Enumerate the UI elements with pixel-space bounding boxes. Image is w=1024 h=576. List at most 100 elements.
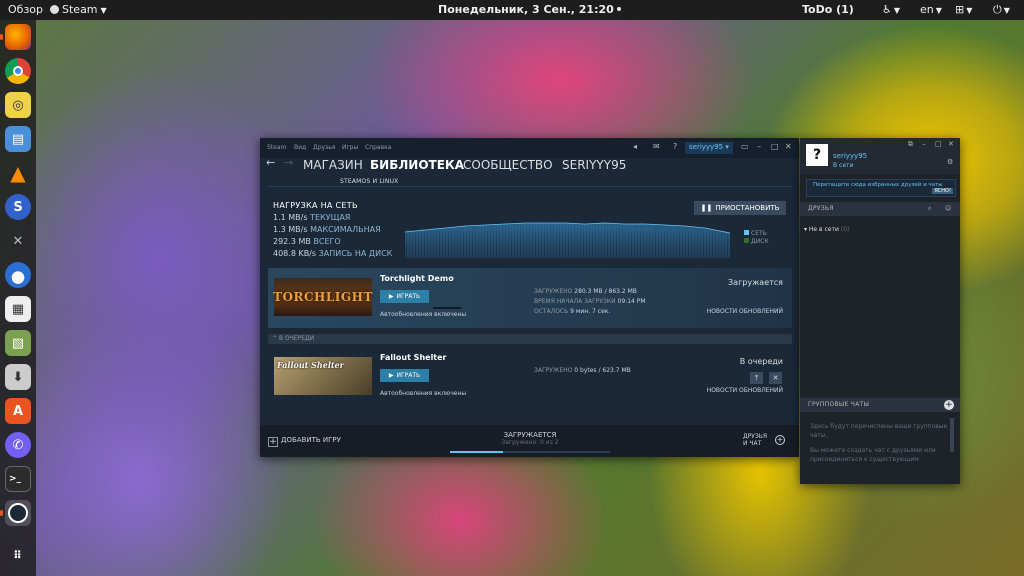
group-chats-scrollbar[interactable]	[950, 418, 954, 452]
downloaded-label: ЗАГРУЖЕНО	[534, 367, 573, 374]
group-chats-header[interactable]: ГРУППОВЫЕ ЧАТЫ +	[800, 398, 960, 412]
nav-profile[interactable]: SERIYYY95	[562, 158, 626, 172]
minimize-icon[interactable]: –	[922, 140, 926, 148]
overall-progress-fill	[450, 451, 503, 453]
download-row-fallout-shelter[interactable]: Fallout Shelter Fallout Shelter ▶ ИГРАТЬ …	[268, 347, 792, 407]
friends-section-label: ДРУЗЬЯ	[808, 205, 834, 212]
favorites-hint: Перетащите сюда избранных друзей и чаты	[813, 182, 943, 188]
nav-community[interactable]: СООБЩЕСТВО	[463, 158, 553, 172]
got-it-button[interactable]: ЯСНО!	[932, 188, 953, 194]
power-icon[interactable]: ⏻ ▼	[993, 3, 1010, 17]
steam-icon	[50, 5, 59, 14]
steam-bottom-bar: + ДОБАВИТЬ ИГРУ ЗАГРУЖАЕТСЯ Загружено: 0 …	[260, 425, 799, 457]
play-button[interactable]: ▶ ИГРАТЬ	[380, 290, 429, 303]
download-state: В очереди	[739, 357, 783, 366]
update-news-link[interactable]: НОВОСТИ ОБНОВЛЕНИЙ	[707, 387, 783, 394]
nav-store[interactable]: МАГАЗИН	[303, 158, 363, 172]
avatar[interactable]: ?	[806, 144, 828, 166]
add-group-chat-icon[interactable]: +	[944, 400, 954, 410]
language-label: en	[920, 3, 934, 16]
popout-icon[interactable]: ⧉	[908, 140, 913, 149]
friends-chat-button[interactable]: ДРУЗЬЯ И ЧАТ +	[743, 433, 785, 447]
maximize-icon[interactable]: □	[935, 140, 942, 148]
files-icon[interactable]: ▤	[5, 126, 31, 152]
friends-section-header[interactable]: ДРУЗЬЯ ⌕ ☺	[800, 202, 960, 216]
accessibility-icon[interactable]: ♿ ▼	[882, 3, 900, 16]
simplenote-icon[interactable]: S	[5, 194, 31, 220]
friends-username[interactable]: seriyyy95	[833, 152, 867, 160]
update-news-link[interactable]: НОВОСТИ ОБНОВЛЕНИЙ	[707, 308, 783, 315]
installer-icon[interactable]: ⬇	[5, 364, 31, 390]
pause-icon: ❚❚	[700, 204, 713, 212]
game-title[interactable]: Fallout Shelter	[380, 353, 447, 362]
disk-write-speed: 408.8 KB/s	[273, 249, 317, 258]
offline-label: Не в сети	[808, 226, 839, 233]
network-icon[interactable]: ⊞ ▼	[955, 3, 972, 16]
play-button[interactable]: ▶ ИГРАТЬ	[380, 369, 429, 382]
app-menu[interactable]: Steam ▼	[50, 3, 107, 16]
friends-status[interactable]: В сети	[833, 162, 853, 169]
pause-label: ПРИОСТАНОВИТЬ	[715, 204, 780, 212]
remove-from-queue-icon[interactable]: ✕	[769, 372, 782, 384]
gear-icon[interactable]: ⚙	[947, 158, 953, 166]
network-header: НАГРУЗКА НА СЕТЬ	[273, 201, 358, 210]
image-viewer-icon[interactable]: ▧	[5, 330, 31, 356]
downloaded-label: ЗАГРУЖЕНО	[534, 288, 573, 295]
pause-button[interactable]: ❚❚ ПРИОСТАНОВИТЬ	[694, 201, 786, 215]
todo-indicator[interactable]: ToDo (1)	[802, 3, 854, 16]
auto-update-status: Автообновления включены	[380, 311, 467, 318]
nav-library[interactable]: БИБЛИОТЕКА	[370, 158, 464, 172]
queue-header-label: В ОЧЕРЕДИ	[278, 335, 315, 342]
move-to-top-icon[interactable]: ⤒	[750, 372, 763, 384]
rhythmbox-icon[interactable]: ◎	[5, 92, 31, 118]
calculator-icon[interactable]: ▦	[5, 296, 31, 322]
chromium-icon[interactable]	[5, 58, 31, 84]
software-center-icon[interactable]: A	[5, 398, 31, 424]
language-indicator[interactable]: en ▼	[920, 3, 942, 16]
viber-icon[interactable]: ✆	[5, 432, 31, 458]
max-label: МАКСИМАЛЬНАЯ	[310, 225, 381, 234]
app-grid-icon[interactable]: ⠿	[5, 542, 31, 568]
download-row-torchlight[interactable]: TORCHLIGHT Torchlight Demo ▶ ИГРАТЬ Автоо…	[268, 268, 792, 328]
favorites-dropzone[interactable]: Перетащите сюда избранных друзей и чаты …	[806, 179, 956, 197]
search-icon[interactable]: ⌕	[928, 202, 932, 216]
back-icon[interactable]: ←	[266, 156, 275, 169]
download-state: Загружается	[728, 278, 783, 287]
add-friend-icon[interactable]: ☺	[945, 202, 952, 216]
queue-header[interactable]: ⌃ В ОЧЕРЕДИ	[268, 334, 792, 344]
firefox-icon[interactable]	[0, 24, 31, 50]
thunderbird-icon[interactable]	[5, 262, 31, 288]
chevron-down-icon: ▼	[100, 6, 107, 15]
activities-button[interactable]: Обзор	[8, 3, 43, 16]
notification-dot-icon	[616, 7, 621, 11]
friends-label-line2: И ЧАТ	[743, 440, 762, 447]
start-time-value: 09:14 PM	[617, 298, 646, 305]
torchlight-thumbnail: TORCHLIGHT	[273, 278, 372, 316]
clock[interactable]: Понедельник, 3 Сен., 21:20	[438, 3, 621, 16]
add-game-button[interactable]: + ДОБАВИТЬ ИГРУ	[268, 436, 341, 447]
add-friend-icon: +	[775, 435, 785, 445]
tools-icon[interactable]: ✕	[5, 228, 31, 254]
game-title[interactable]: Torchlight Demo	[380, 274, 454, 283]
offline-count: (0)	[840, 226, 850, 233]
fallout-shelter-logo: Fallout Shelter	[277, 360, 344, 370]
clock-label: Понедельник, 3 Сен., 21:20	[438, 3, 614, 16]
vlc-icon[interactable]: ▲	[5, 160, 31, 186]
download-progress	[433, 307, 461, 309]
close-icon[interactable]: ✕	[948, 140, 954, 148]
steam-icon[interactable]	[0, 500, 31, 526]
forward-icon[interactable]: →	[284, 156, 293, 169]
auto-update-status: Автообновления включены	[380, 390, 467, 397]
download-summary[interactable]: ЗАГРУЖАЕТСЯ Загружено: 0 из 2	[450, 431, 610, 453]
offline-group[interactable]: ▾ Не в сети (0)	[804, 226, 849, 233]
plus-icon: +	[268, 437, 278, 447]
legend-network: СЕТЬ	[744, 230, 769, 238]
graph-legend: СЕТЬ ДИСК	[744, 230, 769, 246]
subtab-steamos-linux[interactable]: STEAMOS И LINUX	[340, 178, 398, 185]
terminal-icon[interactable]: >_	[5, 466, 31, 492]
current-label: ТЕКУЩАЯ	[310, 213, 351, 222]
group-chats-hint-1: Здесь будут перечислены ваши групповые ч…	[810, 423, 948, 439]
total-label: ВСЕГО	[313, 237, 341, 246]
fallout-shelter-thumbnail: Fallout Shelter	[274, 357, 372, 395]
downloading-label: ЗАГРУЖАЕТСЯ	[503, 431, 557, 439]
